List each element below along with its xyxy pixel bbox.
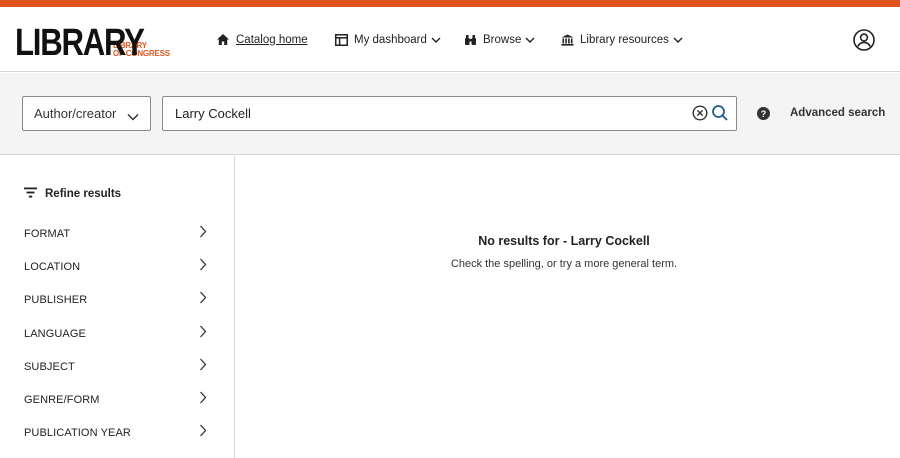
nav-library-resources-label: Library resources: [580, 33, 669, 46]
chevron-right-icon: [199, 258, 207, 276]
search-bar: Author/creator ? Advanced search: [0, 73, 900, 155]
chevron-right-icon: [199, 291, 207, 309]
nav-catalog-home[interactable]: Catalog home: [216, 7, 308, 72]
facet-location[interactable]: LOCATION: [0, 250, 234, 283]
site-header: LIBRARY LIBRARY OF CONGRESS Catalog home…: [0, 7, 900, 72]
top-accent-bar: [0, 0, 900, 7]
nav-library-resources[interactable]: Library resources: [561, 7, 683, 72]
facet-genre-form[interactable]: GENRE/FORM: [0, 383, 234, 416]
nav-my-dashboard-label: My dashboard: [354, 33, 427, 46]
chevron-down-icon: [673, 37, 683, 43]
clear-icon[interactable]: [692, 105, 708, 121]
results-panel: No results for - Larry Cockell Check the…: [236, 156, 900, 458]
facet-label: FORMAT: [24, 227, 71, 240]
search-field-select[interactable]: Author/creator: [22, 96, 151, 131]
facet-label: SUBJECT: [24, 360, 75, 373]
dashboard-icon: [335, 33, 348, 46]
nav-browse[interactable]: Browse: [464, 7, 535, 72]
refine-results-heading: Refine results: [24, 187, 121, 201]
nav-catalog-home-label: Catalog home: [236, 33, 308, 46]
search-input[interactable]: [162, 96, 737, 131]
facet-language[interactable]: LANGUAGE: [0, 317, 234, 350]
refine-sidebar: Refine results FORMAT LOCATION PUBLISHER…: [0, 156, 235, 458]
chevron-down-icon: [525, 37, 535, 43]
facet-label: GENRE/FORM: [24, 393, 100, 406]
chevron-right-icon: [199, 225, 207, 243]
chevron-right-icon: [199, 325, 207, 343]
refine-results-title: Refine results: [45, 188, 122, 200]
chevron-right-icon: [199, 424, 207, 442]
facet-subject[interactable]: SUBJECT: [0, 350, 234, 383]
facet-label: LOCATION: [24, 260, 81, 273]
home-icon: [216, 33, 230, 46]
chevron-down-icon: [431, 37, 441, 43]
facet-label: PUBLICATION YEAR: [24, 426, 131, 439]
facet-label: PUBLISHER: [24, 293, 88, 306]
help-icon[interactable]: ?: [757, 107, 770, 120]
nav-browse-label: Browse: [483, 33, 522, 46]
institution-icon: [561, 34, 574, 46]
facet-publisher[interactable]: PUBLISHER: [0, 283, 234, 316]
chevron-right-icon: [199, 391, 207, 409]
advanced-search-link[interactable]: Advanced search: [790, 107, 885, 119]
nav-my-dashboard[interactable]: My dashboard: [335, 7, 441, 72]
binoculars-icon: [464, 34, 477, 46]
chevron-right-icon: [199, 358, 207, 376]
no-results-message: No results for - Larry Cockell: [478, 234, 650, 248]
search-field-select-value: Author/creator: [34, 106, 117, 121]
chevron-down-icon: [127, 109, 139, 124]
facet-format[interactable]: FORMAT: [0, 217, 234, 250]
user-account-icon[interactable]: [853, 29, 875, 51]
facet-publication-year[interactable]: PUBLICATION YEAR: [0, 416, 234, 449]
facet-label: LANGUAGE: [24, 327, 86, 340]
filter-icon: [24, 187, 37, 201]
no-results-hint: Check the spelling, or try a more genera…: [450, 258, 678, 270]
search-icon[interactable]: [711, 104, 729, 122]
library-logo[interactable]: LIBRARY LIBRARY OF CONGRESS: [15, 22, 170, 64]
logo-wordmark: LIBRARY: [15, 22, 145, 64]
